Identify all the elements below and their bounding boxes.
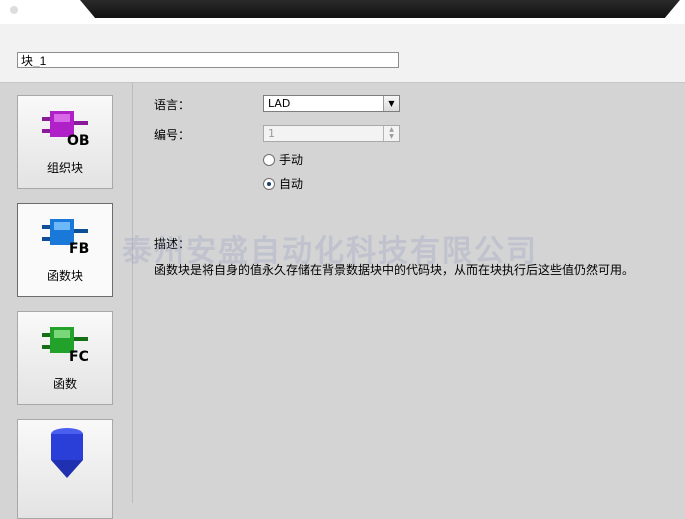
radio-selected-icon — [263, 178, 275, 190]
title-bar — [0, 0, 685, 24]
language-label: 语言： — [154, 98, 191, 112]
ob-block-icon: OB — [42, 111, 90, 149]
block-name-input[interactable] — [17, 52, 399, 68]
fc-block-icon: FC — [42, 327, 89, 365]
svg-text:FC: FC — [69, 349, 89, 365]
block-type-fb-button[interactable]: FB 函数块 — [17, 203, 113, 297]
dropdown-arrow-icon[interactable]: ▼ — [383, 96, 399, 111]
description-text: 函数块是将自身的值永久存储在背景数据块中的代码块，从而在块执行后这些值仍然可用。 — [154, 263, 635, 277]
title-bar-dark-band — [50, 0, 685, 18]
block-type-fc-button[interactable]: FC 函数 — [17, 311, 113, 405]
spinner-arrows-icon: ▲ ▼ — [383, 126, 399, 141]
block-type-db-button[interactable] — [17, 419, 113, 519]
block-type-panel: OB 组织块 FB 函数块 FC 函数 — [0, 83, 133, 519]
block-type-label: 函数块 — [46, 269, 83, 283]
block-type-label: 函数 — [52, 377, 77, 391]
block-type-label: 组织块 — [46, 161, 83, 175]
number-value: 1 — [268, 127, 275, 140]
number-label: 编号： — [154, 128, 191, 142]
auto-radio[interactable]: 自动 — [263, 175, 303, 191]
description-label: 描述： — [154, 237, 191, 251]
fb-block-icon: FB — [42, 219, 89, 257]
language-value: LAD — [268, 97, 291, 110]
manual-radio[interactable]: 手动 — [263, 151, 303, 167]
db-block-icon — [51, 428, 83, 478]
block-type-ob-button[interactable]: OB 组织块 — [17, 95, 113, 189]
radio-circle-icon — [263, 154, 275, 166]
language-select[interactable]: LAD ▼ — [263, 95, 400, 112]
manual-radio-label: 手动 — [279, 153, 304, 167]
svg-text:FB: FB — [69, 241, 89, 257]
svg-text:OB: OB — [67, 133, 90, 149]
corner-icon — [10, 6, 18, 14]
number-field: 1 ▲ ▼ — [263, 125, 400, 142]
block-properties-pane: 语言： LAD ▼ 编号： 1 ▲ ▼ 手动 自动 描述： 函数块是将自身的值永久… — [133, 83, 685, 503]
auto-radio-label: 自动 — [279, 177, 304, 191]
